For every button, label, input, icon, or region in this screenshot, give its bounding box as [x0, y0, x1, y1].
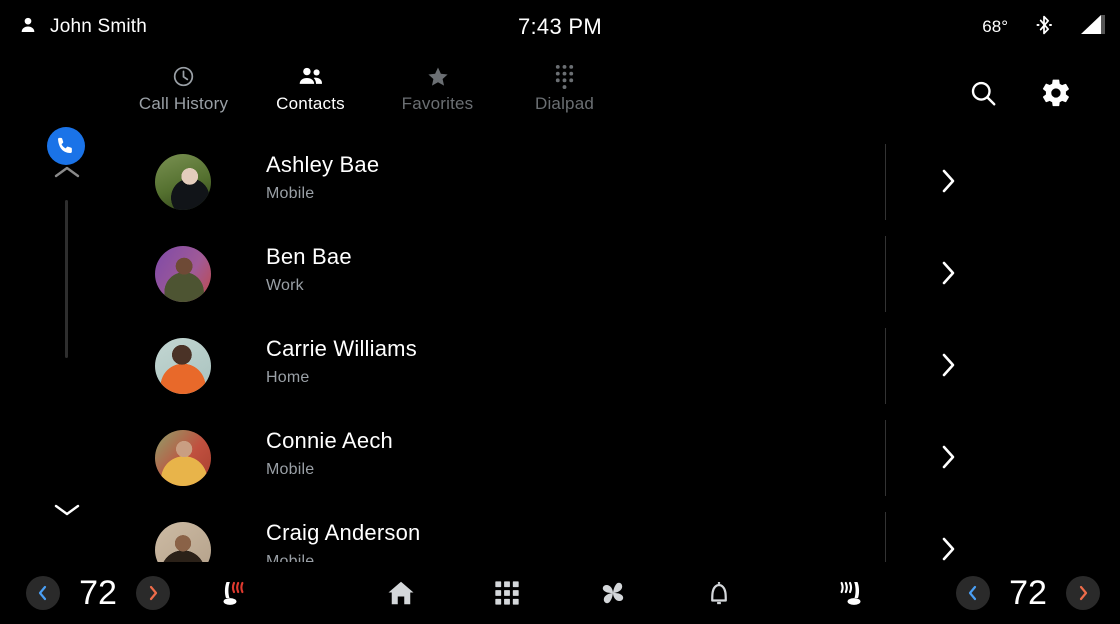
apps-button[interactable] — [485, 571, 529, 615]
tab-contacts-label: Contacts — [276, 94, 345, 113]
heated-seat-icon — [223, 581, 244, 605]
app-tab-bar: Call History Contacts Favorites Dialpad — [0, 54, 1120, 165]
contact-name: Connie Aech — [266, 428, 393, 453]
list-item-text: Ashley Bae Mobile — [266, 150, 379, 206]
avatar-image — [155, 430, 211, 486]
climate-button[interactable] — [591, 571, 635, 615]
row-divider — [885, 512, 886, 562]
avatar — [155, 522, 211, 562]
driver-temperature: 72 — [79, 573, 117, 612]
search-icon[interactable] — [968, 78, 998, 113]
chevron-right-icon[interactable] — [938, 534, 962, 562]
infotainment-screen: John Smith 7:43 PM 68° Call History Cont… — [0, 0, 1120, 624]
list-item[interactable]: Ben Bae Work — [0, 228, 1120, 320]
contacts-people-icon — [298, 65, 324, 87]
passenger-climate-control: 72 — [956, 574, 1100, 613]
star-icon — [426, 65, 450, 87]
user-name: John Smith — [50, 16, 148, 37]
list-item-text: Connie Aech Mobile — [266, 426, 393, 482]
contact-name: Craig Anderson — [266, 520, 421, 545]
notifications-button[interactable] — [697, 571, 741, 615]
contact-label: Work — [266, 277, 304, 294]
contact-label: Mobile — [266, 185, 315, 202]
contact-name: Ashley Bae — [266, 152, 380, 177]
chevron-right-icon[interactable] — [938, 350, 962, 382]
chevron-right-icon[interactable] — [938, 258, 962, 290]
list-item[interactable]: Carrie Williams Home — [0, 320, 1120, 412]
tab-list: Call History Contacts Favorites Dialpad — [120, 54, 628, 136]
passenger-temp-increase-button[interactable] — [1066, 576, 1100, 610]
contact-name: Ben Bae — [266, 244, 352, 269]
chevron-right-icon[interactable] — [938, 442, 962, 474]
tab-contacts[interactable]: Contacts — [247, 54, 374, 136]
avatar — [155, 430, 211, 486]
avatar — [155, 154, 211, 210]
row-divider — [885, 236, 886, 312]
contact-label: Mobile — [266, 461, 315, 478]
passenger-heated-seat-button[interactable] — [830, 571, 872, 615]
avatar-image — [155, 246, 211, 302]
driver-climate-control: 72 — [26, 574, 170, 613]
tab-bar-actions — [968, 54, 1100, 136]
passenger-temp-decrease-button[interactable] — [956, 576, 990, 610]
bluetooth-icon — [1034, 13, 1054, 42]
list-item-text: Ben Bae Work — [266, 242, 352, 298]
contacts-list-area: Ashley Bae Mobile Ben Bae Work Carrie Wi… — [0, 136, 1120, 562]
row-divider — [885, 420, 886, 496]
contact-label: Home — [266, 369, 310, 386]
row-divider — [885, 328, 886, 404]
list-item[interactable]: Craig Anderson Mobile — [0, 504, 1120, 562]
avatar-image — [155, 154, 211, 210]
driver-temp-decrease-button[interactable] — [26, 576, 60, 610]
status-bar-user[interactable]: John Smith — [18, 15, 147, 40]
gear-icon[interactable] — [1040, 77, 1072, 114]
status-bar-right: 68° — [982, 0, 1106, 54]
fan-icon — [602, 582, 624, 604]
avatar-image — [155, 522, 211, 562]
outside-temperature: 68° — [982, 17, 1008, 36]
tab-call-history[interactable]: Call History — [120, 54, 247, 136]
status-bar: John Smith 7:43 PM 68° — [0, 0, 1120, 54]
bottom-nav-bar: 72 72 — [0, 562, 1120, 624]
home-button[interactable] — [379, 571, 423, 615]
person-icon — [18, 15, 38, 40]
avatar — [155, 246, 211, 302]
dialpad-grid-icon — [553, 64, 576, 89]
signal-bars-icon — [1080, 14, 1106, 41]
passenger-temperature: 72 — [1009, 573, 1047, 612]
tab-dialpad-label: Dialpad — [534, 94, 595, 113]
driver-temp-increase-button[interactable] — [136, 576, 170, 610]
list-item[interactable]: Ashley Bae Mobile — [0, 136, 1120, 228]
tab-favorites-label: Favorites — [401, 94, 474, 113]
tab-favorites[interactable]: Favorites — [374, 54, 501, 136]
contact-rows: Ashley Bae Mobile Ben Bae Work Carrie Wi… — [0, 136, 1120, 562]
list-item-text: Carrie Williams Home — [266, 334, 417, 390]
avatar-image — [155, 338, 211, 394]
list-item-text: Craig Anderson Mobile — [266, 518, 420, 562]
tab-dialpad[interactable]: Dialpad — [501, 54, 628, 136]
contact-label: Mobile — [266, 553, 315, 562]
chevron-right-icon[interactable] — [938, 166, 962, 198]
bell-icon — [711, 582, 727, 605]
heated-seat-icon — [840, 581, 861, 605]
tab-call-history-label: Call History — [138, 94, 229, 113]
clock-icon — [172, 65, 195, 87]
row-divider — [885, 144, 886, 220]
home-icon — [388, 581, 414, 605]
clock: 7:43 PM — [517, 14, 603, 39]
contact-name: Carrie Williams — [266, 336, 417, 361]
status-bar-center: 7:43 PM — [0, 0, 1120, 54]
driver-heated-seat-button[interactable] — [212, 571, 254, 615]
apps-grid-icon — [495, 581, 519, 605]
list-item[interactable]: Connie Aech Mobile — [0, 412, 1120, 504]
avatar — [155, 338, 211, 394]
